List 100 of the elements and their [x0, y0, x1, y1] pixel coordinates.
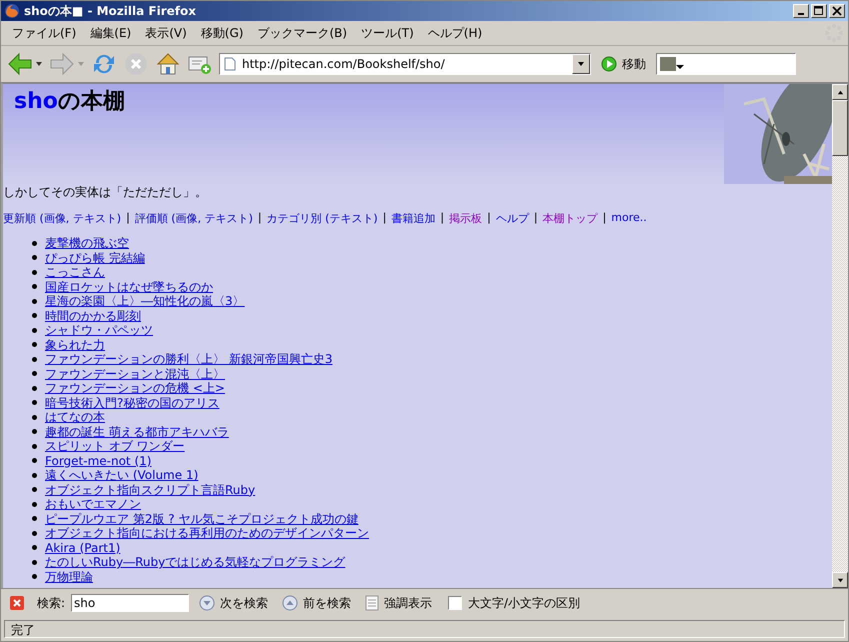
- book-link[interactable]: ファウンデーションの勝利〈上〉 新銀河帝国興亡史3: [45, 352, 332, 366]
- bullet-icon: [32, 545, 37, 550]
- checkbox[interactable]: [448, 596, 462, 610]
- bullet-icon: [32, 371, 37, 376]
- back-arrow-icon[interactable]: [7, 51, 33, 77]
- book-link[interactable]: ファウンデーションの危機 <上>: [45, 381, 225, 396]
- book-link[interactable]: Akira (Part1): [45, 540, 120, 555]
- caret-icon[interactable]: [35, 60, 43, 68]
- find-field[interactable]: sho: [71, 594, 190, 612]
- highlight-button[interactable]: 強調表示: [361, 594, 436, 612]
- book-link[interactable]: ファウンデーションと混沌〈上〉: [45, 366, 225, 381]
- down-circle-icon: [199, 595, 216, 611]
- bullet-icon: [32, 386, 37, 391]
- bullet-icon: [32, 516, 37, 522]
- bullet-icon: [32, 414, 37, 420]
- bullet-icon: [32, 284, 37, 290]
- book-link[interactable]: シャドウ・パペッツ: [45, 323, 153, 338]
- checkbox-label: 大文字/小文字の区別: [468, 594, 580, 612]
- list-icon: [365, 595, 380, 611]
- bullet-icon: [32, 298, 37, 304]
- page-icon: [224, 57, 236, 71]
- play-icon: [601, 56, 617, 72]
- maximize-icon: [814, 6, 824, 16]
- book-link[interactable]: 暗号技術入門?秘密の国のアリス: [45, 396, 220, 410]
- menu-item[interactable]: 移動(G): [194, 24, 250, 42]
- browser-logo-icon: [4, 3, 20, 19]
- up-arrow-icon: [836, 88, 844, 96]
- search-engine-icon[interactable]: [660, 57, 684, 71]
- find-next-button[interactable]: 次を検索: [195, 594, 272, 612]
- bullet-icon: [32, 458, 37, 464]
- minimize-icon: [798, 13, 804, 15]
- up-circle-icon: [282, 595, 298, 611]
- menu-item[interactable]: ファイル(F): [5, 24, 84, 42]
- nav-link[interactable]: 掲示板: [449, 211, 482, 226]
- bullet-icon: [32, 356, 37, 362]
- separator: |: [602, 211, 606, 226]
- bullet-icon: [32, 400, 37, 406]
- book-link[interactable]: オブジェクト指向スクリプト言語Ruby: [45, 482, 256, 497]
- maximize-button[interactable]: [811, 4, 827, 18]
- menu-item[interactable]: 編集(E): [83, 24, 138, 42]
- book-link[interactable]: ぴっぴら帳 完結編: [45, 250, 145, 265]
- book-link[interactable]: 象られた力: [45, 338, 105, 352]
- bullet-icon: [32, 560, 37, 565]
- book-link[interactable]: 時間のかかる彫刻: [45, 308, 141, 323]
- menu-item[interactable]: ツール(T): [354, 24, 421, 42]
- book-link[interactable]: Forget-me-not (1): [45, 454, 152, 468]
- book-link[interactable]: 万物理論: [45, 570, 93, 584]
- menu-item[interactable]: 表示(V): [138, 24, 194, 42]
- scrollbar-thumb[interactable]: [832, 100, 848, 156]
- book-link[interactable]: スピリット オブ ワンダー: [45, 439, 185, 454]
- page-heading: の本棚: [58, 89, 125, 114]
- menu-item[interactable]: ヘルプ(H): [420, 24, 490, 42]
- bullet-icon: [32, 255, 37, 260]
- nav-link[interactable]: 書籍追加: [391, 211, 436, 226]
- nav-link[interactable]: ヘルプ: [496, 211, 529, 226]
- address-field[interactable]: http://pitecan.com/Bookshelf/sho/: [219, 53, 591, 75]
- bullet-icon: [32, 342, 37, 348]
- book-link[interactable]: こっこさん: [45, 265, 105, 280]
- nav-link[interactable]: カテゴリ別 (テキスト): [266, 211, 378, 226]
- menu-item[interactable]: ブックマーク(B): [250, 24, 354, 42]
- book-link[interactable]: はてなの本: [45, 410, 105, 424]
- book-link[interactable]: ピープルウエア 第2版 ? ヤル気こそプロジェクト成功の鍵: [45, 512, 358, 526]
- go-button[interactable]: 移動: [597, 56, 650, 72]
- book-link[interactable]: オブジェクト指向における再利用のためのデザインパターン: [45, 526, 369, 540]
- find-previous-button[interactable]: 前を検索: [278, 594, 356, 612]
- minimize-button[interactable]: [793, 4, 809, 18]
- bullet-icon: [32, 487, 37, 492]
- scrollbar[interactable]: [832, 84, 848, 588]
- bullet-icon: [32, 574, 37, 580]
- close-button[interactable]: [829, 4, 845, 18]
- separator: |: [440, 211, 444, 226]
- caret-icon: [577, 60, 585, 68]
- nav-link[interactable]: 本棚トップ: [542, 211, 598, 226]
- nav-link[interactable]: 更新順 (画像, テキスト): [3, 211, 122, 226]
- tagline: しかしてその実体は「ただただし」。: [3, 184, 208, 199]
- find-label: 検索:: [37, 594, 66, 612]
- bullet-icon: [32, 270, 37, 275]
- book-link[interactable]: たのしいRuby―Rubyではじめる気軽なプログラミング: [45, 555, 346, 570]
- bullet-icon: [32, 472, 37, 478]
- book-link[interactable]: 星海の楽園〈上〉―知性化の嵐〈3〉: [45, 294, 245, 308]
- bullet-icon: [32, 240, 37, 246]
- book-link[interactable]: 国産ロケットはなぜ墜ちるのか: [45, 280, 213, 294]
- nav-link[interactable]: 評価順 (画像, テキスト): [134, 211, 253, 226]
- book-link[interactable]: 麦撃機の飛ぶ空: [45, 236, 129, 250]
- book-link[interactable]: 趣都の誕生 萌える都市アキハバラ: [45, 424, 229, 439]
- status-text: 完了: [4, 620, 845, 638]
- bullet-icon: [32, 502, 37, 507]
- separator: |: [534, 211, 538, 226]
- home-icon[interactable]: [155, 51, 181, 77]
- heading-link[interactable]: sho: [14, 89, 58, 114]
- nav-link[interactable]: more..: [611, 211, 647, 226]
- separator: |: [126, 211, 130, 226]
- separator: |: [487, 211, 491, 226]
- close-icon[interactable]: [9, 595, 25, 611]
- separator: |: [382, 211, 386, 226]
- close-icon: [832, 6, 842, 16]
- dropdown-button[interactable]: [572, 54, 590, 74]
- book-link[interactable]: おもいでエマノン: [45, 497, 141, 512]
- book-link[interactable]: 遠くへいきたい (Volume 1): [45, 468, 198, 482]
- search-field[interactable]: [656, 53, 796, 75]
